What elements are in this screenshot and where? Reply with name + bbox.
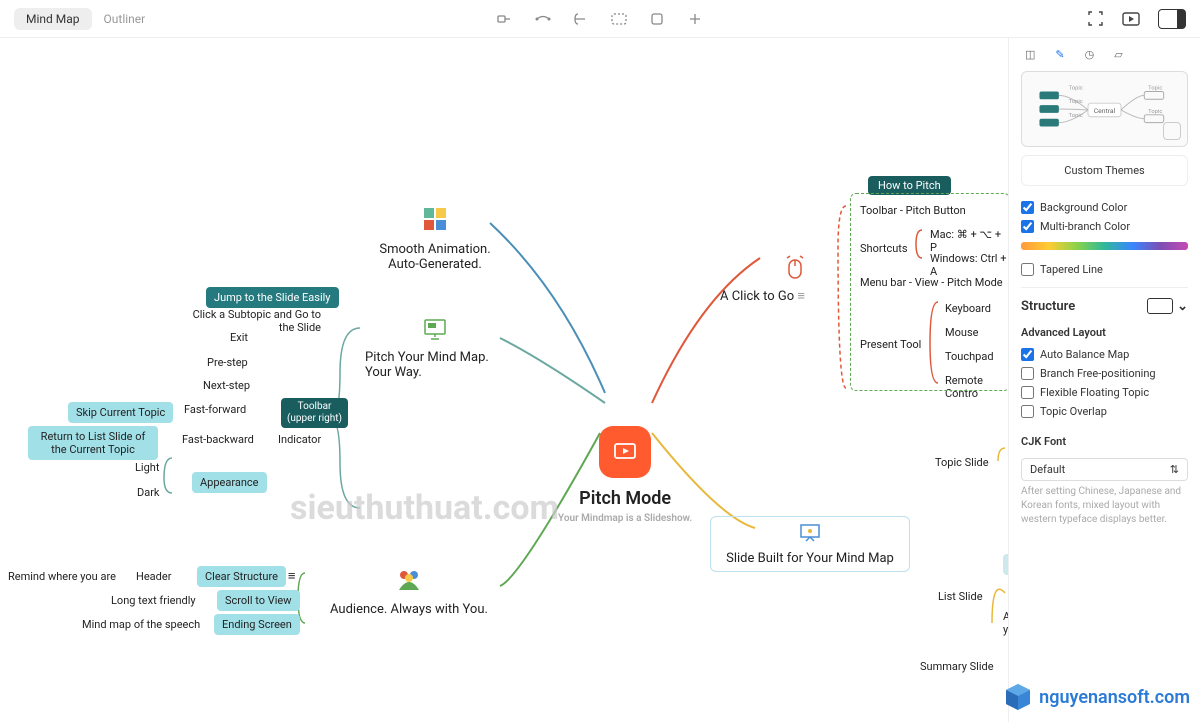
- tab-format-icon[interactable]: ✎: [1055, 48, 1064, 61]
- central-topic[interactable]: Pitch Mode Your Mindmap is a Slideshow.: [558, 426, 692, 524]
- summary-icon[interactable]: [572, 10, 590, 28]
- svg-text:Topic: Topic: [1069, 86, 1083, 92]
- format-panel: ◫ ✎ ◷ ▱ Central Topic Topic Topic Topic Topic…: [1008, 38, 1200, 722]
- watermark-2: nguyenansoft.com: [1003, 682, 1190, 712]
- central-title: Pitch Mode: [558, 488, 692, 509]
- branch-slide-built[interactable]: Slide Built for Your Mind Map: [710, 516, 910, 572]
- screen-icon: [365, 318, 505, 344]
- txt-speech[interactable]: Mind map of the speech: [82, 618, 200, 631]
- svg-text:Central: Central: [1094, 107, 1116, 115]
- txt-click-sub[interactable]: Click a Subtopic and Go to the Slide: [176, 308, 321, 334]
- txt-header[interactable]: Header: [136, 570, 171, 583]
- svg-text:Topic: Topic: [1148, 109, 1162, 115]
- chk-multibranch[interactable]: [1021, 220, 1034, 233]
- txt-nextstep[interactable]: Next-step: [203, 379, 250, 392]
- txt-dark[interactable]: Dark: [137, 486, 160, 499]
- relationship-icon[interactable]: [534, 10, 552, 28]
- cube-icon: [1003, 682, 1033, 712]
- projector-icon: [798, 523, 822, 543]
- svg-text:Topic: Topic: [1148, 86, 1162, 92]
- chk-auto-balance[interactable]: [1021, 348, 1034, 361]
- theme-preview[interactable]: Central Topic Topic Topic Topic Topic: [1021, 71, 1188, 147]
- chip-return[interactable]: Return to List Slide of the Current Topi…: [28, 426, 158, 460]
- audience-icon: [330, 568, 488, 596]
- add-icon[interactable]: [686, 10, 704, 28]
- mindmap-canvas[interactable]: Pitch Mode Your Mindmap is a Slideshow. …: [0, 38, 1008, 722]
- panel-toggle-icon[interactable]: [1158, 9, 1186, 29]
- pitch-icon: [599, 426, 651, 478]
- mouse-icon: [720, 254, 805, 284]
- txt-exit[interactable]: Exit: [230, 331, 248, 344]
- custom-themes-button[interactable]: Custom Themes: [1021, 155, 1188, 186]
- cjk-header: CJK Font: [1021, 429, 1188, 454]
- structure-picker[interactable]: [1147, 298, 1173, 314]
- puzzle-icon: [422, 206, 448, 232]
- txt-indicator[interactable]: Indicator: [278, 433, 321, 446]
- tab-clock-icon[interactable]: ◷: [1085, 48, 1095, 61]
- branch-pitch-way[interactable]: Pitch Your Mind Map. Your Way.: [365, 318, 505, 380]
- chip-howto[interactable]: How to Pitch: [868, 178, 951, 193]
- chk-free-pos[interactable]: [1021, 367, 1034, 380]
- svg-text:Topic: Topic: [1069, 113, 1083, 119]
- tab-stickers-icon[interactable]: ◫: [1025, 48, 1035, 61]
- txt-prestep[interactable]: Pre-step: [207, 356, 248, 369]
- chk-tapered[interactable]: [1021, 263, 1034, 276]
- structure-header: Structure: [1021, 299, 1075, 314]
- svg-text:Topic: Topic: [1069, 99, 1083, 105]
- marker-icon[interactable]: [648, 10, 666, 28]
- boundary-icon[interactable]: [610, 10, 628, 28]
- fullscreen-icon[interactable]: [1086, 10, 1104, 28]
- theme-gallery-icon[interactable]: [1163, 122, 1181, 140]
- chip-clear[interactable]: Clear Structure≡: [197, 566, 296, 587]
- chip-skip[interactable]: Skip Current Topic: [68, 402, 173, 423]
- chip-scroll[interactable]: Scroll to View: [217, 590, 300, 611]
- txt-list-slide[interactable]: List Slide: [938, 590, 983, 603]
- txt-fast-bwd[interactable]: Fast-backward: [182, 433, 254, 446]
- chk-flex-float[interactable]: [1021, 386, 1034, 399]
- central-subtitle: Your Mindmap is a Slideshow.: [558, 513, 692, 524]
- cjk-help-text: After setting Chinese, Japanese and Kore…: [1021, 485, 1188, 527]
- txt-remind[interactable]: Remind where you are: [8, 570, 116, 583]
- watermark-1: sieuthuthuat.com: [290, 488, 559, 528]
- cjk-font-select[interactable]: Default⇅: [1021, 458, 1188, 481]
- tab-pitch-icon[interactable]: ▱: [1114, 48, 1122, 61]
- txt-summary-slide[interactable]: Summary Slide: [920, 660, 994, 673]
- chip-appearance[interactable]: Appearance: [192, 472, 267, 493]
- txt-fast-fwd[interactable]: Fast-forward: [184, 403, 246, 416]
- txt-longtext[interactable]: Long text friendly: [111, 594, 196, 607]
- howto-boundary: [850, 193, 1010, 391]
- branch-click[interactable]: A Click to Go ≡: [720, 254, 805, 304]
- chip-ending[interactable]: Ending Screen: [214, 614, 300, 635]
- txt-light[interactable]: Light: [135, 461, 159, 474]
- adv-layout-header: Advanced Layout: [1021, 320, 1188, 345]
- view-outliner[interactable]: Outliner: [92, 8, 158, 30]
- branch-smooth[interactable]: Smooth Animation. Auto-Generated.: [375, 206, 495, 272]
- chip-toolbar[interactable]: Toolbar (upper right): [281, 398, 348, 428]
- view-mindmap[interactable]: Mind Map: [14, 8, 92, 30]
- insert-subtopic-icon[interactable]: [496, 10, 514, 28]
- txt-topic-slide[interactable]: Topic Slide: [935, 456, 989, 469]
- branch-audience[interactable]: Audience. Always with You.: [330, 568, 488, 617]
- branch-color-gradient[interactable]: [1021, 242, 1188, 250]
- chip-jump[interactable]: Jump to the Slide Easily: [206, 287, 339, 308]
- chk-overlap[interactable]: [1021, 405, 1034, 418]
- chk-bg-color[interactable]: [1021, 201, 1034, 214]
- present-icon[interactable]: [1122, 10, 1140, 28]
- chevron-down-icon[interactable]: ⌄: [1177, 299, 1188, 314]
